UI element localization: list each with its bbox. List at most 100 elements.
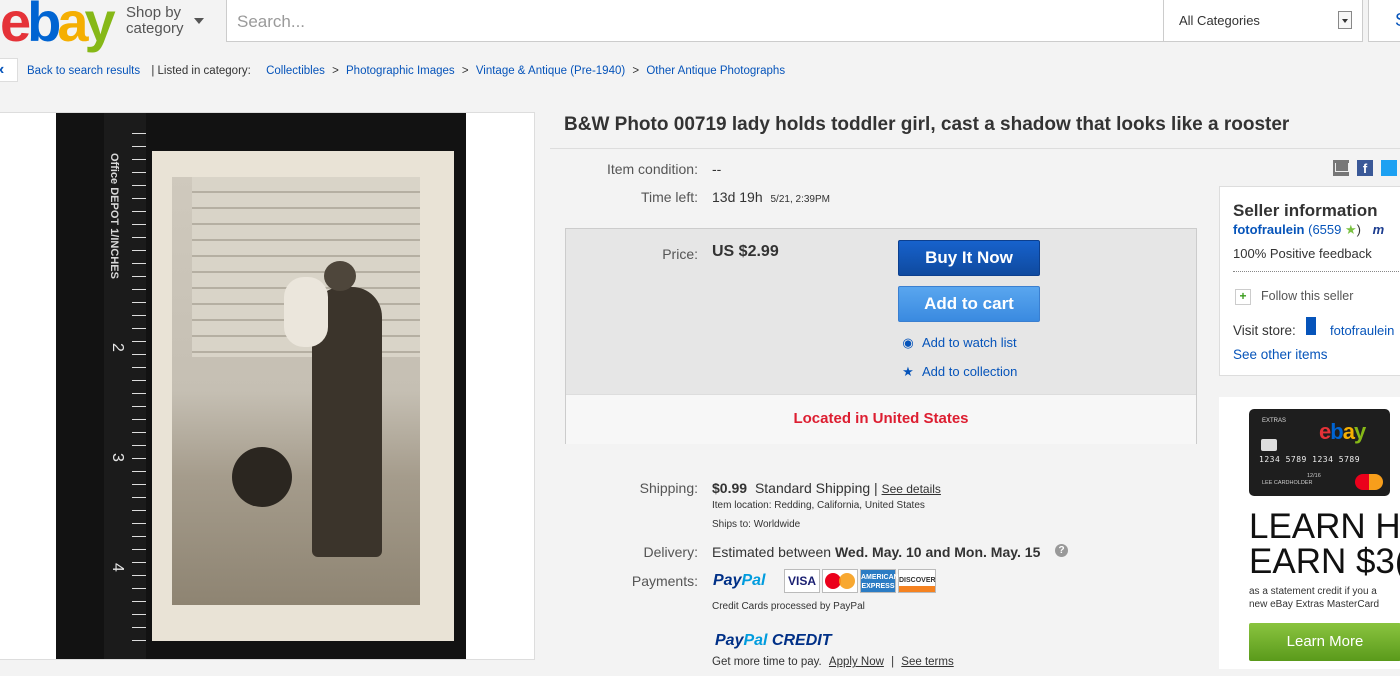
- vintage-photo-print: [152, 151, 454, 641]
- see-details-link[interactable]: See details: [882, 482, 941, 496]
- add-to-watch-list-link[interactable]: ◉ Add to watch list: [901, 335, 1017, 351]
- shipping-label: Shipping:: [639, 480, 698, 496]
- payments-label: Payments:: [631, 573, 698, 589]
- add-to-cart-button[interactable]: Add to cart: [898, 286, 1040, 322]
- ships-to: Ships to: Worldwide: [712, 519, 801, 530]
- seller-score-link[interactable]: (6559: [1308, 222, 1341, 237]
- price-value: US $2.99: [712, 243, 779, 260]
- dropdown-arrow-icon[interactable]: [1338, 11, 1352, 29]
- eye-icon: ◉: [902, 335, 914, 350]
- paypal-credit-text: Get more time to pay. Apply Now | See te…: [712, 656, 954, 668]
- watch-label: Add to watch list: [922, 335, 1017, 350]
- time-left-label: Time left:: [640, 189, 698, 205]
- located-text: Located in United States: [793, 410, 969, 427]
- me-badge-icon[interactable]: m: [1373, 222, 1385, 237]
- card-holder: LEE CARDHOLDER: [1262, 480, 1313, 486]
- paypal-credit-part: Pay: [715, 632, 744, 649]
- mastercard-icon: [822, 569, 858, 593]
- help-icon[interactable]: ?: [1055, 544, 1068, 557]
- time-left-date: 5/21, 2:39PM: [770, 194, 830, 205]
- price-label: Price:: [662, 246, 698, 262]
- location-banner: Located in United States: [566, 394, 1196, 444]
- star-icon: ★: [902, 364, 914, 379]
- purchase-panel: Price: US $2.99 Buy It Now Add to cart ◉…: [565, 228, 1197, 444]
- see-other-items-link[interactable]: See other items: [1233, 347, 1328, 362]
- seller-info-panel: Seller information fotofraulein (6559 ★)…: [1219, 186, 1400, 376]
- ruler-image: Office DEPOT 1/INCHES 2 3 4: [104, 113, 146, 659]
- ad-headline: LEARN H EARN $3(: [1249, 509, 1400, 579]
- category-select[interactable]: All Categories: [1163, 0, 1363, 42]
- ebay-mastercard-ad[interactable]: EXTRAS ebay 1234 5789 1234 5789 12/16 LE…: [1219, 397, 1400, 669]
- delivery-prefix: Estimated between: [712, 544, 832, 560]
- see-terms-link[interactable]: See terms: [901, 656, 953, 668]
- condition-label: Item condition:: [606, 161, 698, 177]
- ruler-label: Office DEPOT 1/INCHES: [108, 153, 120, 279]
- credit-card-image: EXTRAS ebay 1234 5789 1234 5789 12/16 LE…: [1249, 409, 1390, 496]
- divider: [550, 148, 1400, 149]
- back-chevron-icon[interactable]: ‹: [0, 58, 18, 82]
- shop-by-category-button[interactable]: Shop by category: [126, 5, 184, 37]
- back-to-search-link[interactable]: Back to search results: [27, 65, 140, 77]
- seller-score-close: ): [1356, 222, 1361, 237]
- collection-label: Add to collection: [922, 364, 1018, 379]
- breadcrumb-item-photographic-images[interactable]: Photographic Images: [346, 65, 455, 77]
- ruler-number: 3: [109, 453, 126, 462]
- twitter-share-icon[interactable]: [1381, 160, 1397, 176]
- card-number: 1234 5789 1234 5789: [1259, 455, 1361, 464]
- visit-store-label: Visit store:: [1233, 323, 1296, 338]
- ad-subtext-line: as a statement credit if you a: [1249, 586, 1377, 597]
- ebay-logo[interactable]: ebay: [0, 0, 116, 50]
- positive-feedback: 100% Positive feedback: [1233, 246, 1372, 261]
- item-photo[interactable]: Office DEPOT 1/INCHES 2 3 4: [56, 113, 466, 659]
- discover-icon: DISCOVER: [898, 569, 936, 593]
- shipping-amount: $0.99: [712, 480, 748, 496]
- amex-icon: AMERICAN EXPRESS: [860, 569, 899, 593]
- add-to-collection-link[interactable]: ★ Add to collection: [901, 364, 1017, 380]
- star-icon: ★: [1345, 222, 1357, 237]
- follow-seller-link[interactable]: Follow this seller: [1261, 289, 1353, 303]
- card-chip-icon: [1261, 439, 1277, 451]
- facebook-share-icon[interactable]: f: [1357, 160, 1373, 176]
- paypal-credit-part: Pal: [743, 632, 768, 649]
- ad-headline-line: EARN $3(: [1249, 542, 1400, 581]
- seller-info-title: Seller information: [1233, 201, 1378, 220]
- breadcrumb-separator: >: [632, 65, 640, 77]
- time-left-value: 13d 19h 5/21, 2:39PM: [712, 189, 830, 205]
- mastercard-icon: [1355, 474, 1383, 490]
- time-left-duration: 13d 19h: [712, 189, 763, 205]
- shipping-value: $0.99 Standard Shipping | See details: [712, 480, 941, 496]
- search-input[interactable]: Search...: [226, 0, 1164, 42]
- toddler-figure: [284, 277, 328, 347]
- breadcrumb: Back to search results | Listed in categ…: [27, 65, 785, 77]
- learn-more-button[interactable]: Learn More: [1249, 623, 1400, 661]
- breadcrumb-separator: >: [332, 65, 339, 77]
- store-link[interactable]: fotofraulein: [1330, 323, 1394, 338]
- category-label: category: [126, 20, 184, 37]
- breadcrumb-item-collectibles[interactable]: Collectibles: [266, 65, 325, 77]
- buy-it-now-button[interactable]: Buy It Now: [898, 240, 1040, 276]
- search-button[interactable]: S: [1368, 0, 1400, 42]
- delivery-label: Delivery:: [643, 544, 698, 560]
- chevron-down-icon[interactable]: [194, 18, 204, 24]
- paypal-credit-logo: PayPal CREDIT: [715, 632, 831, 650]
- seller-name-link[interactable]: fotofraulein: [1233, 222, 1305, 237]
- ad-subtext: as a statement credit if you a new eBay …: [1249, 585, 1379, 611]
- divider: [1233, 271, 1400, 272]
- credit-sub: Get more time to pay.: [712, 656, 822, 668]
- item-location: Item location: Redding, California, Unit…: [712, 500, 925, 511]
- delivery-value: Estimated between Wed. May. 10 and Mon. …: [712, 544, 1040, 560]
- store-icon: [1306, 317, 1316, 335]
- shipping-method: Standard Shipping: [754, 480, 871, 496]
- card-extras-label: EXTRAS: [1262, 418, 1287, 424]
- item-title: B&W Photo 00719 lady holds toddler girl,…: [564, 114, 1290, 135]
- paypal-logo-part: Pal: [741, 572, 766, 589]
- paypal-logo: PayPal: [713, 572, 765, 590]
- plus-icon[interactable]: +: [1235, 289, 1251, 305]
- breadcrumb-item-other-antique-photographs[interactable]: Other Antique Photographs: [646, 65, 785, 77]
- breadcrumb-item-vintage-antique[interactable]: Vintage & Antique (Pre-1940): [476, 65, 625, 77]
- email-share-icon[interactable]: [1333, 160, 1349, 176]
- paypal-logo-part: Pay: [713, 572, 742, 589]
- apply-now-link[interactable]: Apply Now: [829, 656, 884, 668]
- search-placeholder: Search...: [237, 12, 306, 31]
- photo-scene: [172, 177, 420, 605]
